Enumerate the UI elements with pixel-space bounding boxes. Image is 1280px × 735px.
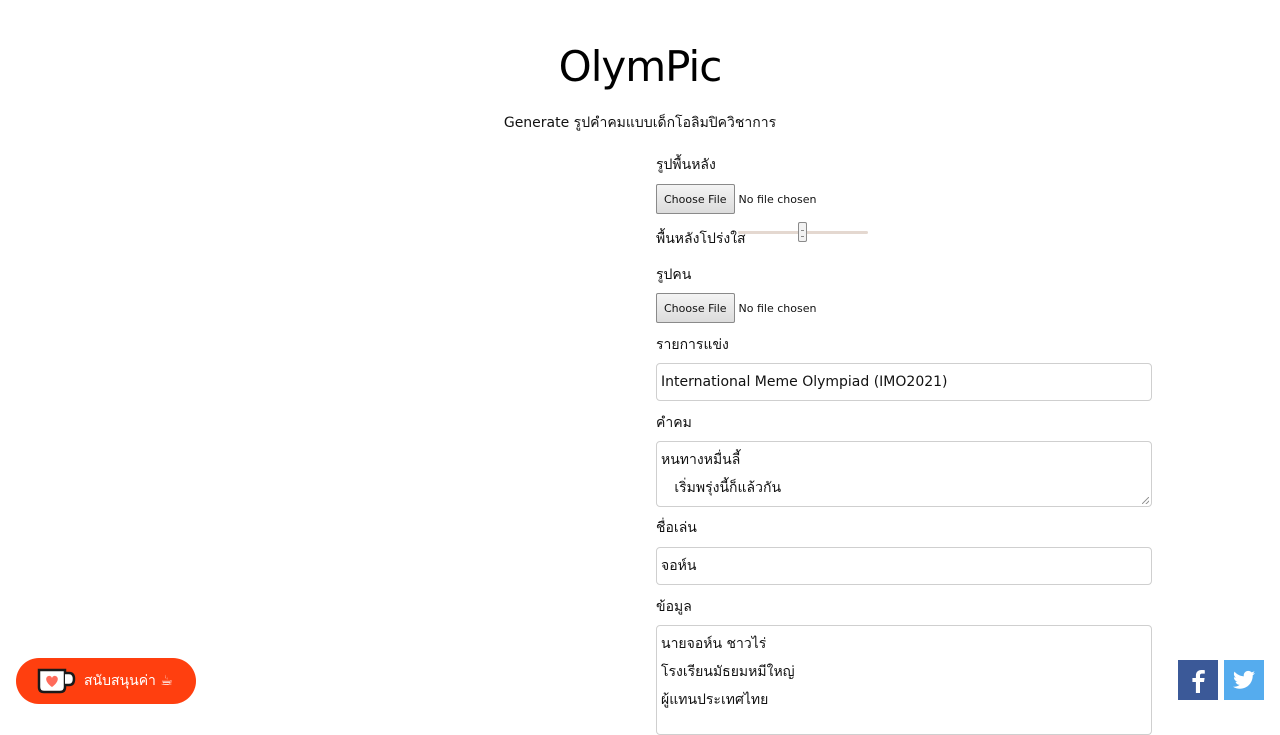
page-subtitle: Generate รูปคำคมแบบเด็กโอลิมปิควิชาการ (503, 115, 777, 131)
info-line: โรงเรียนมัธยมหมีใหญ่ (661, 664, 795, 680)
quote-label: คำคม (656, 415, 692, 431)
nickname-label: ชื่อเล่น (656, 520, 697, 536)
twitter-icon (1233, 670, 1255, 689)
person-choose-file-button[interactable]: Choose File (656, 293, 735, 323)
competition-label: รายการแข่ง (656, 337, 729, 353)
page-title: OlymPic (558, 42, 723, 91)
opacity-slider-thumb[interactable] (798, 222, 807, 242)
info-line: นายจอห์น ชาวไร่ (661, 636, 767, 652)
support-label: สนับสนุนค่า ☕ (84, 673, 173, 689)
twitter-share-button[interactable] (1224, 660, 1264, 700)
quote-line: หนทางหมื่นลี้ (661, 452, 741, 468)
quote-line: เริ่มพรุ่งนี้ก็แล้วกัน (661, 480, 782, 496)
background-image-label: รูปพื้นหลัง (656, 157, 716, 173)
resize-grip-icon[interactable] (1142, 497, 1149, 504)
background-choose-file-button[interactable]: Choose File (656, 184, 735, 214)
opacity-label: พื้นหลังโปร่งใส (656, 231, 746, 247)
info-textarea[interactable]: นายจอห์น ชาวไร่ โรงเรียนมัธยมหมีใหญ่ ผู้… (656, 625, 1152, 735)
person-file-input[interactable]: Choose File No file chosen (656, 293, 816, 323)
facebook-icon (1192, 670, 1205, 693)
coffee-cup-icon (37, 668, 76, 694)
competition-input[interactable]: International Meme Olympiad (IMO2021) (656, 363, 1152, 401)
info-label: ข้อมูล (656, 599, 692, 615)
support-button[interactable]: สนับสนุนค่า ☕ (16, 658, 196, 704)
person-file-status: No file chosen (738, 301, 817, 315)
opacity-slider[interactable] (738, 222, 868, 244)
background-file-status: No file chosen (738, 192, 817, 206)
person-image-label: รูปคน (656, 267, 692, 283)
background-file-input[interactable]: Choose File No file chosen (656, 184, 816, 214)
facebook-share-button[interactable] (1178, 660, 1218, 700)
nickname-input[interactable]: จอห์น (656, 547, 1152, 585)
quote-textarea[interactable]: หนทางหมื่นลี้ เริ่มพรุ่งนี้ก็แล้วกัน (656, 441, 1152, 507)
info-line: ผู้แทนประเทศไทย (661, 692, 769, 708)
